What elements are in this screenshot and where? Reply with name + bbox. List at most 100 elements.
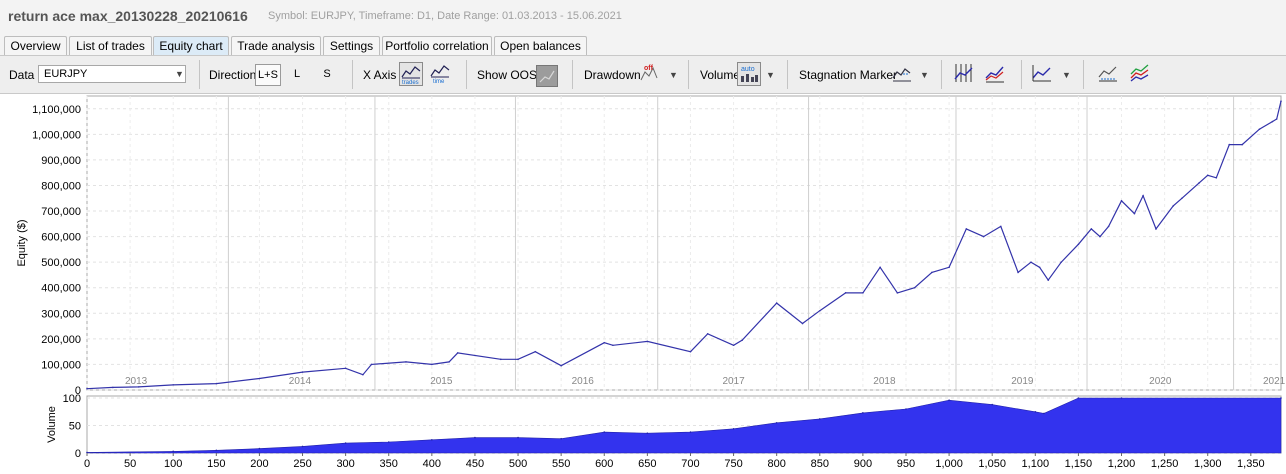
equity-ytick-label: 600,000 <box>41 232 81 244</box>
chart-toolbar: Data EURJPY ▼ Direction L+S L S X Axis t… <box>0 56 1286 94</box>
direction-long-short-button[interactable]: L+S <box>255 64 281 86</box>
xaxis-trades-button[interactable]: trades <box>399 62 423 86</box>
volume-point <box>1077 397 1080 399</box>
chevron-down-icon: ▼ <box>175 69 184 79</box>
tab-settings[interactable]: Settings <box>323 36 380 55</box>
equity-point <box>948 266 950 269</box>
equity-point <box>1228 143 1231 146</box>
volume-xtick-label: 850 <box>811 458 829 470</box>
volume-point <box>818 418 821 420</box>
direction-long-button[interactable]: L <box>287 64 307 86</box>
compare-chart-button[interactable] <box>984 62 1008 86</box>
equity-point <box>456 352 459 354</box>
toolbar-separator <box>352 60 353 89</box>
multi-series-icon <box>1130 64 1149 82</box>
drawdown-dropdown-arrow[interactable]: ▼ <box>669 70 678 80</box>
volume-dropdown-arrow[interactable]: ▼ <box>766 70 775 80</box>
show-oos-toggle[interactable] <box>536 65 558 87</box>
equity-point <box>137 386 140 388</box>
tab-open-balances[interactable]: Open balances <box>494 36 587 55</box>
equity-point <box>1155 228 1157 230</box>
equity-point <box>775 302 778 304</box>
drawdown-button[interactable]: off <box>639 62 663 86</box>
tab-list-of-trades[interactable]: List of trades <box>69 36 152 55</box>
equity-point <box>362 373 364 376</box>
volume-point <box>517 436 519 439</box>
equity-point <box>1077 243 1080 246</box>
tab-equity-chart[interactable]: Equity chart <box>153 36 229 55</box>
volume-xtick-label: 450 <box>466 458 484 470</box>
equity-point <box>1280 100 1282 102</box>
equity-point <box>612 344 614 347</box>
year-label: 2019 <box>1011 376 1034 387</box>
xaxis-time-button[interactable]: time <box>429 62 453 86</box>
equity-point <box>112 386 114 389</box>
equity-point <box>1258 128 1261 131</box>
oos-chart-icon <box>539 70 555 83</box>
toolbar-separator <box>787 60 788 89</box>
equity-point <box>896 292 899 294</box>
line-style-button[interactable] <box>1031 62 1055 86</box>
volume-button[interactable]: auto <box>737 62 761 86</box>
year-label: 2020 <box>1149 376 1172 387</box>
portfolio-chart-button[interactable] <box>1097 62 1121 86</box>
toolbar-separator <box>941 60 942 89</box>
stagnation-dropdown-arrow[interactable]: ▼ <box>920 70 929 80</box>
equity-ytick-label: 200,000 <box>41 334 81 346</box>
stagnation-marker-icon <box>892 68 911 82</box>
equity-point <box>1215 177 1218 179</box>
equity-point <box>706 332 709 335</box>
tab-overview[interactable]: Overview <box>4 36 67 55</box>
time-axis-icon: time <box>430 65 450 85</box>
chart-grid-button[interactable] <box>953 62 977 86</box>
equity-ytick-label: 800,000 <box>41 180 81 192</box>
volume-point <box>301 445 304 448</box>
volume-point <box>344 442 347 444</box>
equity-point <box>431 363 433 366</box>
volume-point <box>1280 397 1282 399</box>
line-style-dropdown-arrow[interactable]: ▼ <box>1062 70 1071 80</box>
equity-point <box>500 358 502 361</box>
equity-point <box>1133 212 1136 215</box>
volume-point <box>1043 412 1045 415</box>
volume-point <box>387 441 390 443</box>
data-select[interactable]: EURJPY ▼ <box>38 65 186 83</box>
equity-point <box>732 344 735 347</box>
stagnation-marker-button[interactable] <box>891 62 915 86</box>
volume-ytick-label: 50 <box>69 421 81 433</box>
volume-xtick-label: 400 <box>423 458 441 470</box>
volume-point <box>1034 410 1037 413</box>
equity-point <box>1241 143 1244 146</box>
direction-short-button[interactable]: S <box>317 64 337 86</box>
svg-text:auto: auto <box>741 66 755 73</box>
equity-plot-frame <box>86 95 1282 391</box>
volume-xtick-label: 1,200 <box>1108 458 1136 470</box>
volume-xtick-label: 1,050 <box>978 458 1006 470</box>
equity-point <box>344 367 347 370</box>
portfolio-chart-icon <box>1098 66 1117 82</box>
equity-point <box>931 271 933 274</box>
equity-ytick-label: 900,000 <box>41 155 81 167</box>
equity-ytick-label: 1,100,000 <box>32 104 81 116</box>
multi-series-chart-button[interactable] <box>1129 62 1153 86</box>
drawdown-off-icon: off <box>640 65 658 81</box>
toolbar-separator <box>572 60 573 89</box>
year-label: 2014 <box>289 376 312 387</box>
equity-point <box>646 340 649 343</box>
tab-trade-analysis[interactable]: Trade analysis <box>231 36 321 55</box>
volume-xtick-label: 250 <box>293 458 311 470</box>
volume-point <box>431 439 433 441</box>
volume-plot: 0 50 100 0 50 100 150 200 250 300 350 400 450 500 550 6… <box>46 393 1282 470</box>
equity-point <box>741 339 743 341</box>
volume-xtick-label: 650 <box>638 458 656 470</box>
volume-xtick-label: 100 <box>164 458 182 470</box>
year-label: 2021 <box>1263 376 1286 387</box>
tab-portfolio-correlation[interactable]: Portfolio correlation <box>382 36 492 55</box>
equity-point <box>1198 182 1200 184</box>
equity-point <box>1090 228 1093 230</box>
equity-point <box>1181 197 1183 200</box>
volume-xtick-label: 200 <box>250 458 268 470</box>
toolbar-separator <box>199 60 200 89</box>
year-label: 2018 <box>873 376 896 387</box>
equity-point <box>1000 225 1002 228</box>
